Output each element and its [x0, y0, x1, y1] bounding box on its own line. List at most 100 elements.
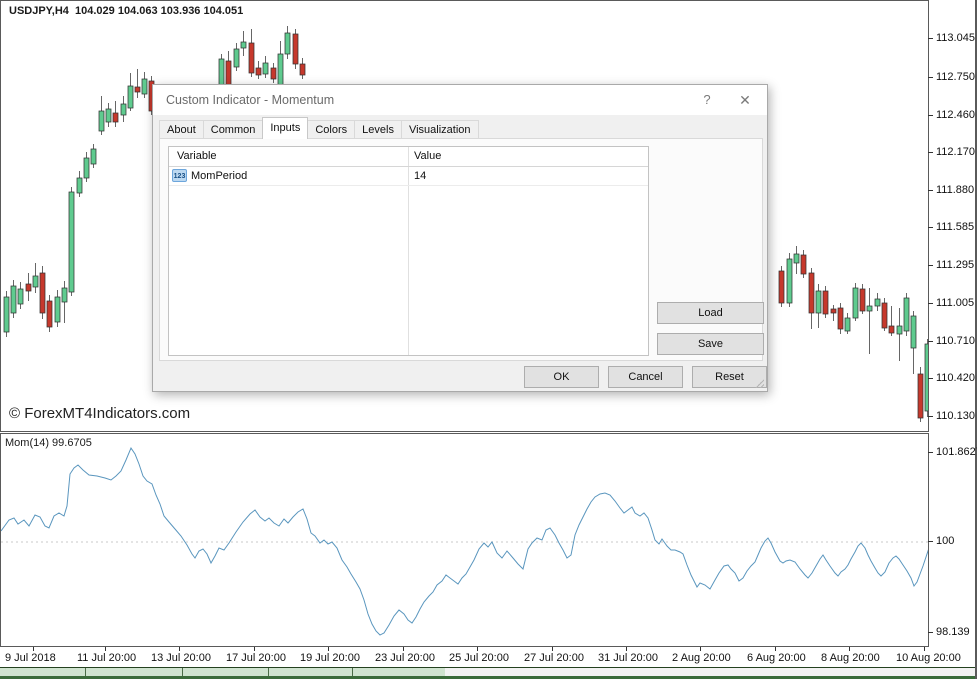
load-button[interactable]: Load	[657, 302, 764, 324]
ok-button[interactable]: OK	[524, 366, 599, 388]
candle-bullish	[911, 316, 916, 348]
candle-bullish	[234, 49, 239, 67]
bottom-strip-separator	[268, 668, 269, 676]
candle-bearish	[801, 255, 806, 274]
price-axis-tick	[928, 265, 933, 266]
candle-bearish	[293, 34, 298, 64]
time-axis-label: 19 Jul 20:00	[300, 652, 360, 664]
momentum-line-chart[interactable]	[1, 434, 928, 646]
inputs-tab-pane: Variable Value 123 MomPeriod 14 Load Sav…	[159, 138, 763, 361]
tab-common[interactable]: Common	[203, 120, 264, 139]
time-axis-tick	[403, 647, 404, 651]
candle-bullish	[18, 289, 23, 304]
bottom-strip-separator	[352, 668, 353, 676]
candle-bullish	[263, 63, 268, 74]
candle-bearish	[918, 374, 923, 418]
candle-bearish	[256, 68, 261, 75]
candle-bullish	[787, 259, 792, 303]
candle-bearish	[823, 291, 828, 314]
candle-bullish	[11, 286, 16, 313]
indicator-axis-tick	[928, 452, 933, 453]
candle-bearish	[779, 271, 784, 303]
candle-bullish	[904, 298, 909, 331]
price-axis-tick	[928, 378, 933, 379]
table-row[interactable]: 123 MomPeriod 14	[169, 167, 648, 186]
price-axis-label: 110.130	[936, 410, 975, 422]
time-axis-tick	[179, 647, 180, 651]
price-axis-tick	[928, 341, 933, 342]
time-axis-tick	[328, 647, 329, 651]
price-axis-label: 111.880	[936, 184, 974, 196]
time-axis-label: 23 Jul 20:00	[375, 652, 435, 664]
integer-type-icon: 123	[172, 169, 187, 182]
variable-value[interactable]: 14	[414, 170, 426, 182]
time-axis-tick	[477, 647, 478, 651]
price-axis-tick	[928, 190, 933, 191]
time-axis-label: 2 Aug 20:00	[672, 652, 731, 664]
dialog-tabstrip: AboutCommonInputsColorsLevelsVisualizati…	[159, 118, 478, 139]
candle-bullish	[285, 33, 290, 54]
candle-bearish	[831, 309, 836, 313]
time-axis-label: 6 Aug 20:00	[747, 652, 806, 664]
indicator-axis-label: 101.8627	[936, 446, 977, 458]
indicator-axis-label: 98.139	[936, 626, 970, 638]
candle-bullish	[875, 299, 880, 306]
tab-visualization[interactable]: Visualization	[401, 120, 479, 139]
mt4-window: USDJPY,H4 104.029 104.063 103.936 104.05…	[0, 0, 977, 679]
tab-colors[interactable]: Colors	[307, 120, 355, 139]
price-axis-label: 111.295	[936, 259, 974, 271]
momentum-line	[1, 448, 928, 635]
price-axis-label: 112.170	[936, 146, 975, 158]
candle-bullish	[897, 326, 902, 334]
indicator-axis-tick	[928, 541, 933, 542]
candle-bullish	[91, 149, 96, 164]
candle-bullish	[128, 86, 133, 108]
candle-bullish	[845, 318, 850, 331]
candle-bearish	[47, 301, 52, 327]
candle-bullish	[121, 104, 126, 115]
candle-bullish	[4, 297, 9, 332]
save-button[interactable]: Save	[657, 333, 764, 355]
price-axis-tick	[928, 115, 933, 116]
candle-bearish	[26, 284, 31, 291]
candle-bearish	[300, 64, 305, 75]
bottom-strip-green-segment	[0, 668, 445, 676]
table-header-row: Variable Value	[169, 147, 648, 167]
tab-levels[interactable]: Levels	[354, 120, 402, 139]
price-axis-label: 112.460	[936, 109, 975, 121]
bottom-strip-separator	[85, 668, 86, 676]
candle-bullish	[99, 111, 104, 131]
variable-name: MomPeriod	[191, 170, 247, 182]
tab-inputs[interactable]: Inputs	[262, 117, 308, 139]
candle-bullish	[142, 79, 147, 94]
price-axis-label: 110.710	[936, 335, 975, 347]
cancel-button[interactable]: Cancel	[608, 366, 683, 388]
candle-bearish	[882, 303, 887, 328]
candle-bearish	[249, 43, 254, 73]
candle-bullish	[106, 109, 111, 122]
tab-about[interactable]: About	[159, 120, 204, 139]
time-axis-label: 10 Aug 20:00	[896, 652, 961, 664]
time-axis-label: 17 Jul 20:00	[226, 652, 286, 664]
time-axis-label: 9 Jul 2018	[5, 652, 56, 664]
time-axis-tick	[626, 647, 627, 651]
candle-bullish	[77, 178, 82, 193]
time-axis-tick	[33, 647, 34, 651]
candle-bearish	[40, 273, 45, 313]
price-axis-label: 110.420	[936, 372, 975, 384]
price-axis-tick	[928, 227, 933, 228]
candle-bearish	[889, 326, 894, 333]
bottom-edge-strip	[0, 667, 977, 679]
resize-grip-icon[interactable]	[755, 379, 764, 388]
candle-bullish	[84, 158, 89, 178]
candle-bearish	[838, 308, 843, 329]
dialog-titlebar[interactable]: Custom Indicator - Momentum ? ✕	[153, 85, 767, 115]
help-button[interactable]: ?	[691, 85, 723, 115]
close-icon[interactable]: ✕	[729, 85, 761, 115]
candle-bullish	[62, 288, 67, 302]
price-axis-tick	[928, 152, 933, 153]
candle-bullish	[867, 306, 872, 311]
candle-bullish	[241, 42, 246, 48]
price-axis-label: 111.005	[936, 297, 974, 309]
momentum-indicator-panel[interactable]	[0, 433, 929, 647]
